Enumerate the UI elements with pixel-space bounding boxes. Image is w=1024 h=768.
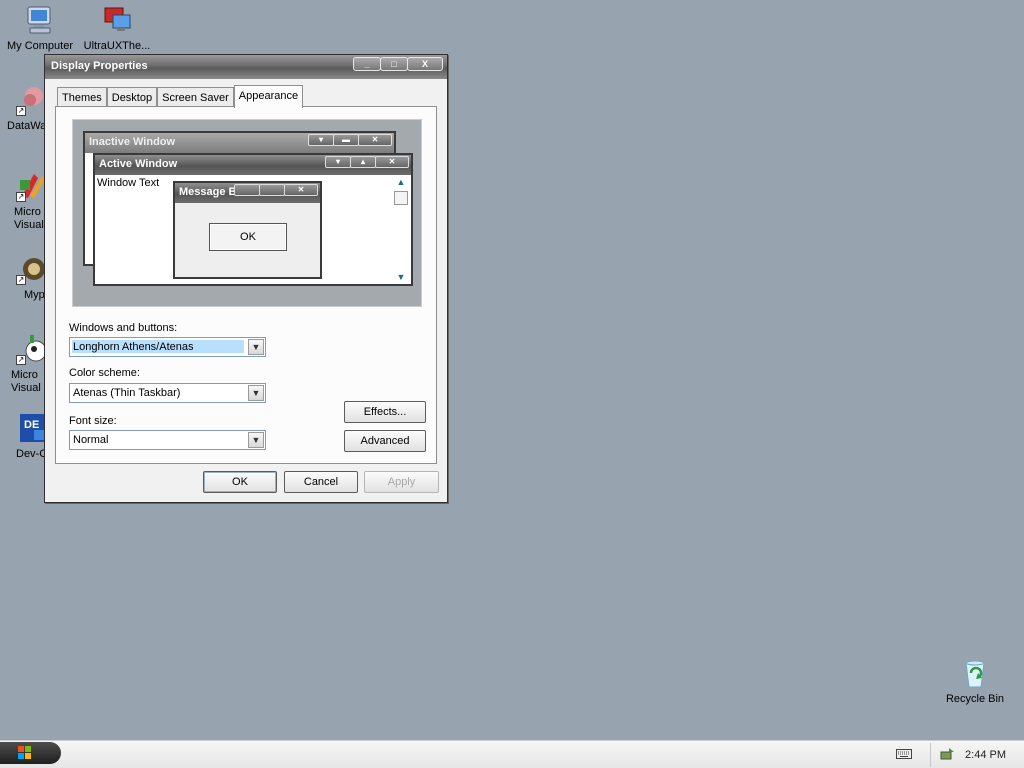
windows-logo-icon — [18, 746, 32, 760]
ultraux-icon — [101, 4, 133, 36]
tab-screen-saver[interactable]: Screen Saver — [157, 87, 234, 107]
preview-inactive-buttons: ▾ ▬ ✕ — [308, 134, 392, 146]
font-size-value: Normal — [73, 434, 109, 446]
preview-active-title-text: Active Window — [99, 158, 178, 170]
windows-and-buttons-value: Longhorn Athens/Atenas — [72, 340, 244, 353]
dialog-title: Display Properties — [51, 60, 148, 72]
keyboard-icon[interactable] — [896, 748, 912, 760]
preview-close-icon: ✕ — [358, 134, 392, 146]
preview-close-icon: ✕ — [284, 184, 318, 196]
preview-inactive-title: Inactive Window ▾ ▬ ✕ — [85, 133, 394, 153]
start-button[interactable] — [0, 742, 61, 764]
preview-scrollbar: ▲ ▼ — [393, 177, 409, 282]
taskbar: 2:44 PM — [0, 740, 1024, 768]
cancel-button[interactable]: Cancel — [284, 471, 358, 493]
my-computer-icon — [24, 4, 56, 36]
font-size-label: Font size: — [69, 415, 117, 427]
shortcut-arrow-icon: ↗ — [16, 192, 26, 202]
color-scheme-value: Atenas (Thin Taskbar) — [73, 387, 181, 399]
preview-ok-button: OK — [209, 223, 287, 251]
chevron-down-icon[interactable]: ▼ — [248, 432, 264, 448]
preview-minimize-icon: ▾ — [325, 156, 351, 168]
tab-strip: Themes Desktop Screen Saver Appearance — [57, 85, 304, 108]
desktop-icon-recycle-bin[interactable]: Recycle Bin — [937, 657, 1013, 706]
safely-remove-hardware-icon[interactable] — [939, 746, 955, 762]
apply-button[interactable]: Apply — [364, 471, 439, 493]
effects-button[interactable]: Effects... — [344, 401, 426, 423]
display-properties-dialog: Display Properties _ □ X Themes Desktop … — [44, 54, 448, 503]
preview-message-title: Message Box ✕ — [175, 183, 320, 203]
preview-active-buttons: ▾ ▴ ✕ — [325, 156, 409, 168]
preview-maximize-icon: ▬ — [333, 134, 359, 146]
color-scheme-label: Color scheme: — [69, 367, 140, 379]
tab-appearance[interactable]: Appearance — [233, 85, 304, 108]
shortcut-arrow-icon: ↗ — [16, 355, 26, 365]
desktop-icon-label: UltraUXThe... — [83, 40, 151, 52]
chevron-down-icon[interactable]: ▼ — [248, 339, 264, 355]
desktop-icon-label: Recycle Bin — [945, 693, 1005, 705]
shortcut-arrow-icon: ↗ — [16, 275, 26, 285]
close-button[interactable]: X — [407, 57, 443, 71]
advanced-button[interactable]: Advanced — [344, 430, 426, 452]
appearance-preview: Inactive Window ▾ ▬ ✕ Active Window ▾ ▴ … — [72, 119, 422, 307]
clock[interactable]: 2:44 PM — [965, 749, 1006, 761]
desktop-icon-label: My Computer — [6, 40, 74, 52]
preview-inactive-title-text: Inactive Window — [89, 136, 176, 148]
preview-minimize-icon: ▾ — [308, 134, 334, 146]
shortcut-arrow-icon: ↗ — [16, 106, 26, 116]
system-tray: 2:44 PM — [930, 743, 1024, 767]
windows-and-buttons-select[interactable]: Longhorn Athens/Atenas ▼ — [69, 337, 266, 357]
svg-text:DE: DE — [24, 419, 39, 431]
windows-and-buttons-label: Windows and buttons: — [69, 322, 178, 334]
preview-message-buttons: ✕ — [234, 184, 318, 196]
minimize-button[interactable]: _ — [353, 57, 381, 71]
font-size-select[interactable]: Normal ▼ — [69, 430, 266, 450]
appearance-panel: Inactive Window ▾ ▬ ✕ Active Window ▾ ▴ … — [55, 106, 437, 464]
recycle-bin-icon — [959, 657, 991, 689]
preview-maximize-icon — [259, 184, 285, 196]
desktop-icon-ultraux-theme-patcher[interactable]: UltraUXThe... — [79, 4, 155, 53]
preview-active-title: Active Window ▾ ▴ ✕ — [95, 155, 411, 175]
preview-message-box: Message Box ✕ OK — [173, 181, 322, 279]
scroll-down-icon: ▼ — [396, 272, 406, 282]
color-scheme-select[interactable]: Atenas (Thin Taskbar) ▼ — [69, 383, 266, 403]
desktop-icon-my-computer[interactable]: My Computer — [2, 4, 78, 53]
tab-desktop[interactable]: Desktop — [106, 87, 158, 107]
scroll-up-icon: ▲ — [396, 177, 406, 187]
tab-themes[interactable]: Themes — [57, 87, 107, 107]
preview-minimize-icon — [234, 184, 260, 196]
dialog-titlebar[interactable]: Display Properties _ □ X — [45, 55, 447, 79]
preview-maximize-icon: ▴ — [350, 156, 376, 168]
ok-button[interactable]: OK — [203, 471, 277, 493]
title-buttons: _ □ X — [353, 57, 443, 71]
chevron-down-icon[interactable]: ▼ — [248, 385, 264, 401]
preview-close-icon: ✕ — [375, 156, 409, 168]
maximize-button[interactable]: □ — [380, 57, 408, 71]
scroll-thumb — [394, 191, 408, 205]
